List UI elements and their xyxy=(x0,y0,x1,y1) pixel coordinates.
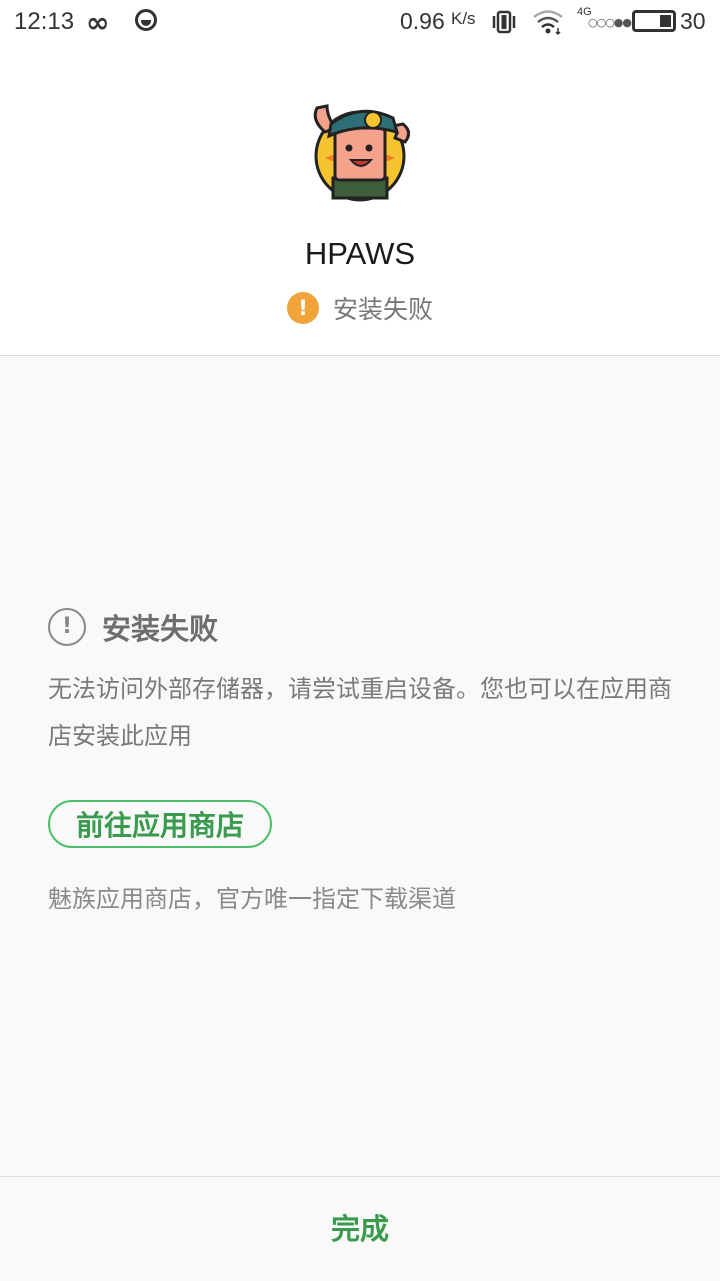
done-button[interactable]: 完成 xyxy=(0,1177,720,1281)
error-panel: ! 安装失败 无法访问外部存储器，请尝试重启设备。您也可以在应用商店安装此应用 … xyxy=(0,356,720,1176)
status-time: 12:13 xyxy=(14,8,75,35)
exclamation-circle-icon: ! xyxy=(48,608,86,646)
network-speed-unit: K/s xyxy=(451,9,476,28)
error-title: 安装失败 xyxy=(102,612,219,646)
sync-icon xyxy=(135,9,157,31)
signal-icon: ○○○●● xyxy=(588,16,632,29)
infinity-icon: ∞ xyxy=(86,6,110,39)
install-status-text: 安装失败 xyxy=(332,295,433,324)
error-header: ! 安装失败 xyxy=(48,606,218,648)
app-name: HPAWS xyxy=(304,236,416,271)
error-message: 无法访问外部存储器，请尝试重启设备。您也可以在应用商店安装此应用 xyxy=(48,675,672,750)
app-icon xyxy=(313,104,410,202)
battery-level: 30 xyxy=(680,8,706,34)
bottom-bar: 完成 xyxy=(0,1176,720,1281)
wifi-icon xyxy=(533,10,563,36)
status-bar: 12:13 ∞ 0.96 K/s 4G ○○○●● 30 xyxy=(0,0,720,46)
app-header: HPAWS ! 安装失败 xyxy=(0,46,720,356)
vibrate-icon xyxy=(492,10,516,34)
battery-icon xyxy=(632,10,676,32)
install-status: ! 安装失败 xyxy=(0,290,720,324)
warning-icon: ! xyxy=(286,292,319,324)
go-to-app-store-button[interactable]: 前往应用商店 xyxy=(48,800,273,848)
network-speed: 0.96 xyxy=(400,8,445,34)
app-store-note: 魅族应用商店，官方唯一指定下载渠道 xyxy=(48,885,456,913)
